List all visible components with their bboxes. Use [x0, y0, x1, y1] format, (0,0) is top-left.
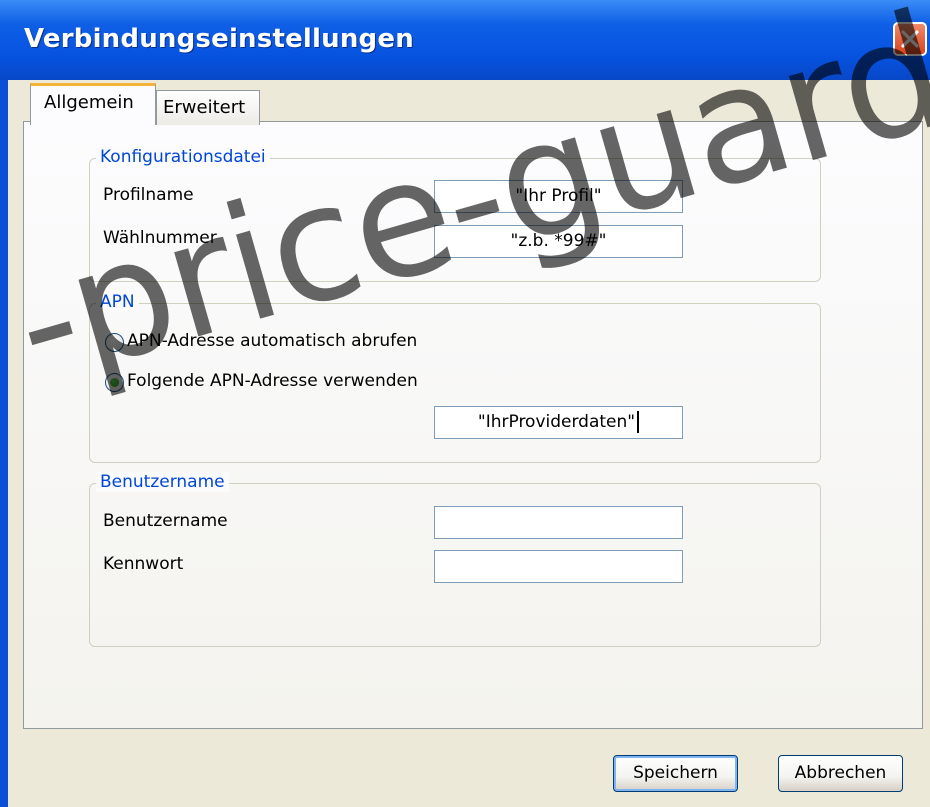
- tab-label: Erweitert: [163, 97, 246, 118]
- group-legend-konfigurationsdatei: Konfigurationsdatei: [96, 147, 270, 167]
- apn-auto-radio[interactable]: [105, 333, 124, 352]
- tab-panel-allgemein: Konfigurationsdatei Profilname "Ihr Prof…: [23, 121, 923, 729]
- profile-name-input[interactable]: "Ihr Profil": [434, 180, 683, 213]
- apn-manual-label[interactable]: Folgende APN-Adresse verwenden: [127, 371, 418, 391]
- dialog-client-area: Allgemein Erweitert Konfigurationsdatei …: [8, 80, 930, 807]
- profile-name-label: Profilname: [103, 185, 194, 205]
- close-x-icon: [901, 30, 919, 48]
- tab-allgemein[interactable]: Allgemein: [30, 83, 156, 125]
- group-legend-apn: APN: [96, 292, 139, 312]
- close-button[interactable]: [893, 22, 927, 56]
- dial-number-label: Wählnummer: [103, 228, 217, 248]
- tab-label: Allgemein: [44, 92, 134, 113]
- apn-address-value: "IhrProviderdaten": [477, 412, 636, 432]
- apn-address-input[interactable]: "IhrProviderdaten": [434, 406, 683, 439]
- dial-number-input[interactable]: "z.b. *99#": [434, 225, 683, 258]
- save-button[interactable]: Speichern: [613, 755, 738, 792]
- password-label: Kennwort: [103, 554, 184, 574]
- dialog-window: Verbindungseinstellungen Allgemein Erwei…: [0, 0, 930, 807]
- window-title: Verbindungseinstellungen: [24, 24, 414, 54]
- group-konfigurationsdatei: Konfigurationsdatei: [89, 147, 821, 282]
- group-legend-benutzername: Benutzername: [96, 472, 229, 492]
- apn-auto-label[interactable]: APN-Adresse automatisch abrufen: [127, 331, 417, 351]
- username-label: Benutzername: [103, 511, 228, 531]
- text-caret: [637, 411, 640, 433]
- apn-manual-radio[interactable]: [105, 373, 124, 392]
- tab-erweitert[interactable]: Erweitert: [156, 90, 260, 125]
- password-input[interactable]: [434, 550, 683, 583]
- title-bar[interactable]: Verbindungseinstellungen: [0, 0, 930, 80]
- cancel-button[interactable]: Abbrechen: [778, 755, 903, 792]
- radio-selected-dot: [110, 378, 119, 387]
- username-input[interactable]: [434, 506, 683, 539]
